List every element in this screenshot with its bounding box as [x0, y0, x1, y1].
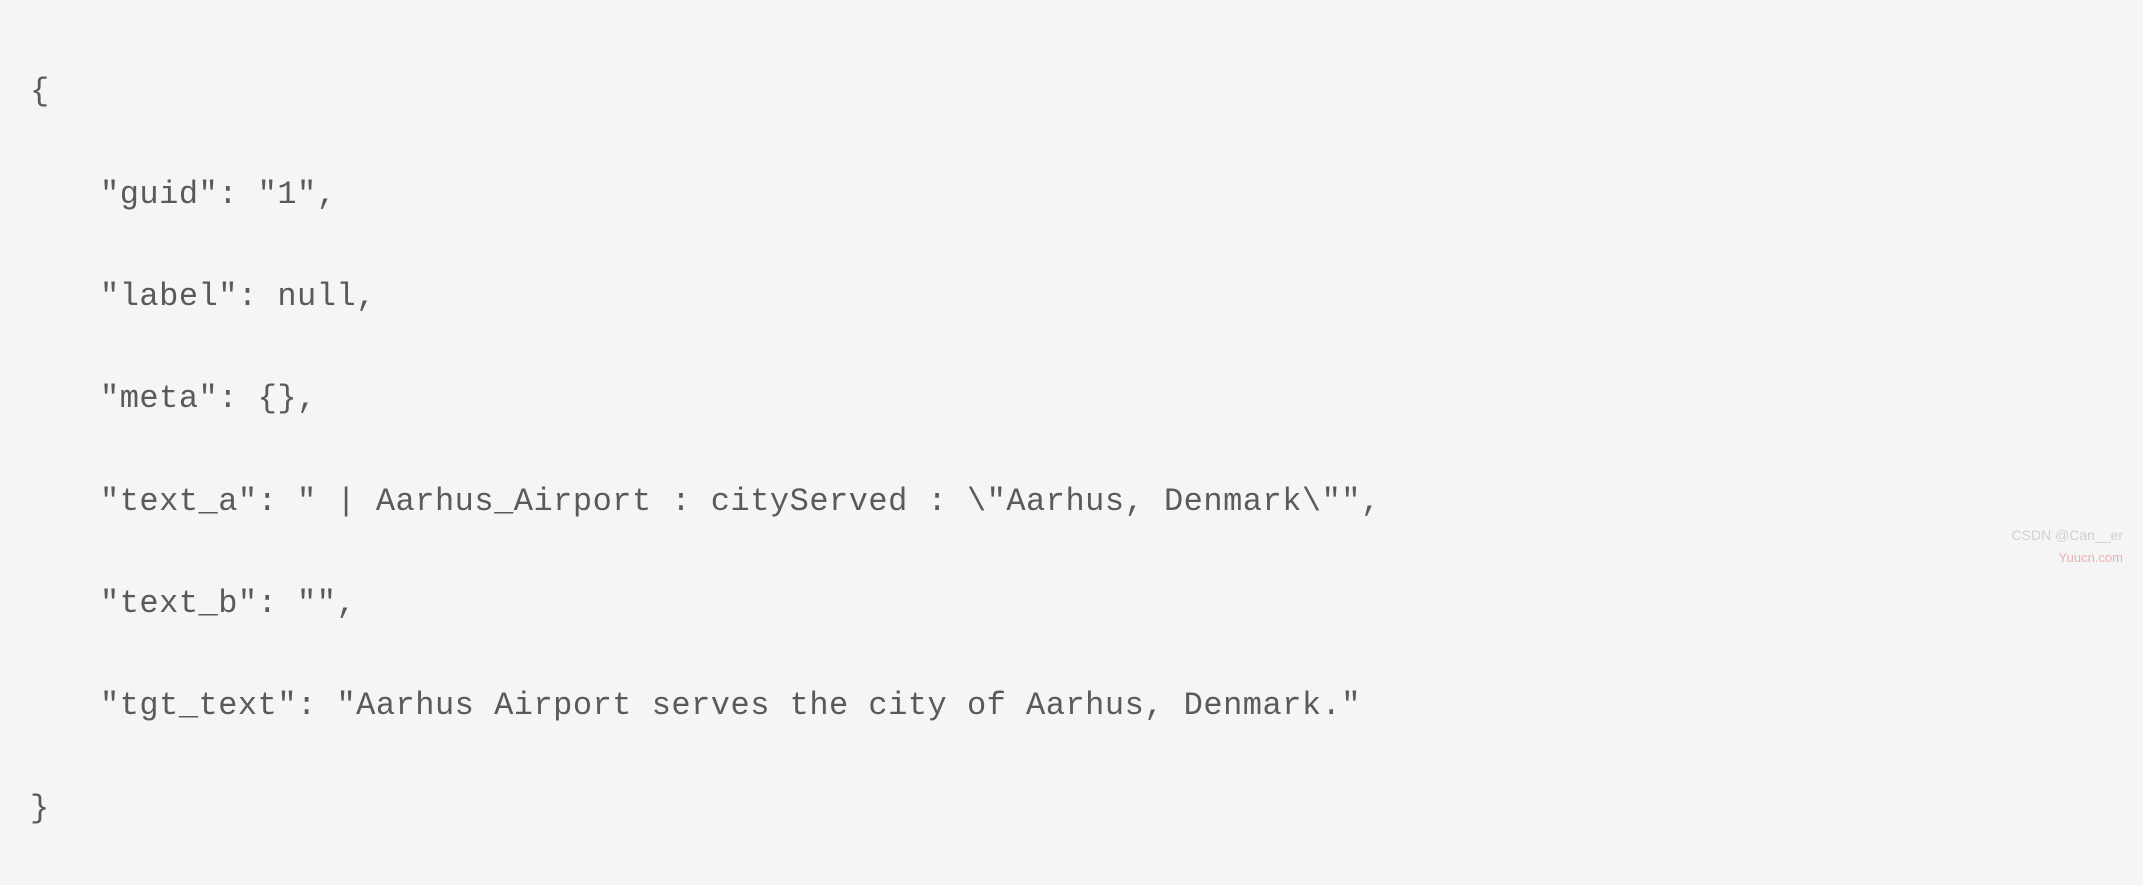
code-line-text-a: "text_a": " | Aarhus_Airport : cityServe… — [30, 476, 2113, 527]
watermark-group: CSDN @Can__er Yuucn.com — [2012, 524, 2123, 569]
json-sep: : — [258, 585, 297, 622]
json-code-block: { "guid": "1", "label": null, "meta": {}… — [30, 15, 2113, 885]
code-line-text-b: "text_b": "", — [30, 578, 2113, 629]
json-sep: : — [238, 278, 277, 315]
code-line-open: { — [30, 66, 2113, 117]
watermark-yuucn: Yuucn.com — [2012, 548, 2123, 569]
json-comma: , — [297, 380, 317, 417]
json-value: "1" — [258, 176, 317, 213]
json-comma: , — [317, 176, 337, 213]
json-key: "label" — [100, 278, 238, 315]
code-line-close: } — [30, 783, 2113, 834]
json-key: "guid" — [100, 176, 218, 213]
json-comma: , — [356, 278, 376, 315]
code-line-guid: "guid": "1", — [30, 169, 2113, 220]
json-value: null — [277, 278, 356, 315]
json-value: "" — [297, 585, 336, 622]
json-sep: : — [218, 176, 257, 213]
json-sep: : — [218, 380, 257, 417]
json-key: "text_a" — [100, 483, 258, 520]
json-key: "tgt_text" — [100, 687, 297, 724]
brace-open: { — [30, 73, 50, 110]
json-key: "meta" — [100, 380, 218, 417]
json-key: "text_b" — [100, 585, 258, 622]
json-sep: : — [258, 483, 297, 520]
json-value: {} — [258, 380, 297, 417]
json-sep: : — [297, 687, 336, 724]
brace-close: } — [30, 790, 50, 827]
json-value: " | Aarhus_Airport : cityServed : \"Aarh… — [297, 483, 1361, 520]
json-comma: , — [336, 585, 356, 622]
code-line-label: "label": null, — [30, 271, 2113, 322]
code-line-tgt-text: "tgt_text": "Aarhus Airport serves the c… — [30, 680, 2113, 731]
json-value: "Aarhus Airport serves the city of Aarhu… — [336, 687, 1361, 724]
watermark-csdn: CSDN @Can__er — [2012, 524, 2123, 546]
json-comma: , — [1361, 483, 1381, 520]
code-line-meta: "meta": {}, — [30, 373, 2113, 424]
